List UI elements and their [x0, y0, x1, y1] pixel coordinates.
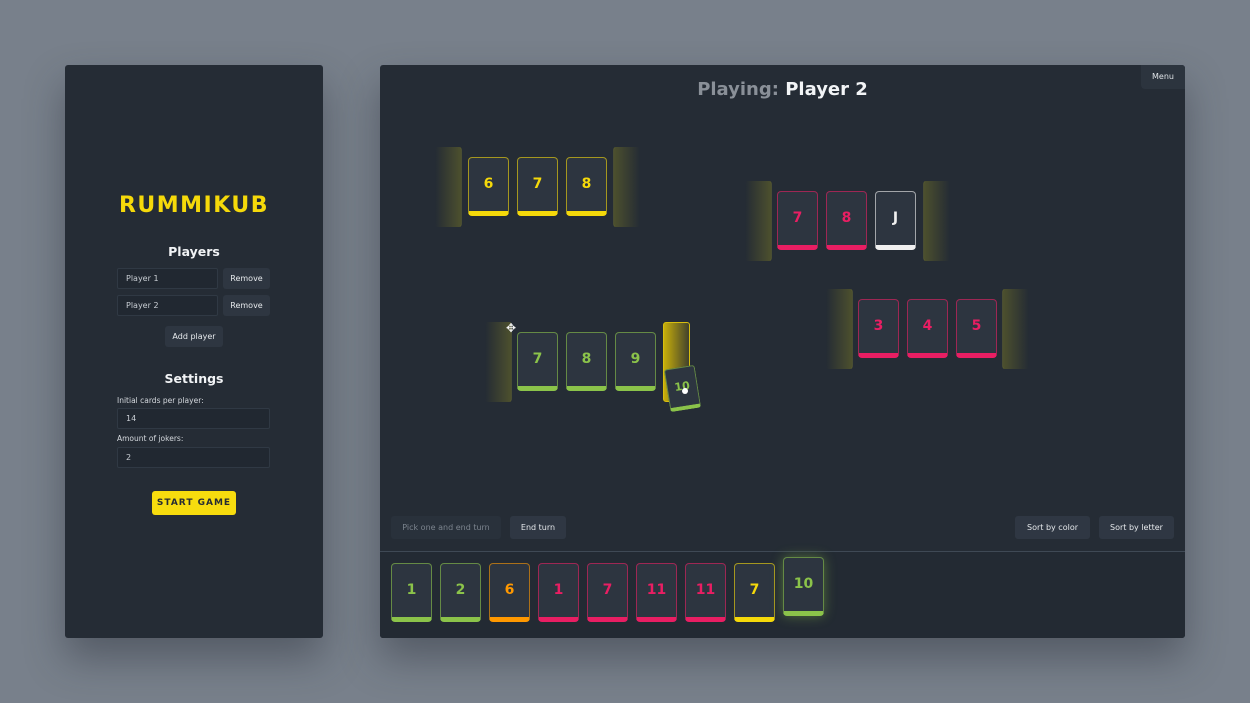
board-tile[interactable]: 6	[468, 157, 509, 216]
board-tile[interactable]: 8	[826, 191, 867, 250]
player-rack: 1 2 6 1 7 11 11 7 10	[380, 552, 1185, 638]
board-tile[interactable]: 5	[956, 299, 997, 358]
remove-player-2-button[interactable]: Remove	[223, 295, 270, 316]
board-group[interactable]: 3 4 5	[826, 289, 1029, 369]
player-1-name-input[interactable]: Player 1	[117, 268, 218, 289]
rack-tile[interactable]: 7	[734, 563, 775, 622]
rack-tile[interactable]: 6	[489, 563, 530, 622]
pointer-cursor-icon	[682, 388, 688, 394]
board-tile[interactable]: 8	[566, 332, 607, 391]
initial-cards-label: Initial cards per player:	[117, 396, 204, 405]
board-group[interactable]: 6 7 8	[435, 147, 640, 227]
group-drop-slot-left[interactable]	[745, 181, 772, 261]
board-tile[interactable]: 7	[517, 332, 558, 391]
end-turn-button[interactable]: End turn	[510, 516, 566, 539]
rack-tile[interactable]: 2	[440, 563, 481, 622]
start-game-button[interactable]: START GAME	[152, 491, 236, 515]
playing-label: Playing:	[697, 79, 779, 100]
move-cursor-icon: ✥	[506, 321, 517, 335]
board-group[interactable]: 7 8 J	[745, 181, 950, 261]
rack-tile[interactable]: 11	[685, 563, 726, 622]
board-tile[interactable]: 7	[517, 157, 558, 216]
initial-cards-input[interactable]: 14	[117, 408, 270, 429]
joker-tile[interactable]: J	[875, 191, 916, 250]
jokers-label: Amount of jokers:	[117, 434, 184, 443]
game-panel: Playing: Player 2 Menu 6 7 8 7 8 J 7 8 9…	[380, 65, 1185, 638]
rack-tile[interactable]: 11	[636, 563, 677, 622]
board-tile[interactable]: 7	[777, 191, 818, 250]
current-player-heading: Playing: Player 2	[380, 79, 1185, 100]
board-tile[interactable]: 4	[907, 299, 948, 358]
sort-by-letter-button[interactable]: Sort by letter	[1099, 516, 1174, 539]
player-2-name-input[interactable]: Player 2	[117, 295, 218, 316]
current-player-name: Player 2	[785, 79, 868, 100]
rack-tile[interactable]: 1	[391, 563, 432, 622]
add-player-button[interactable]: Add player	[165, 326, 223, 347]
board-tile[interactable]: 3	[858, 299, 899, 358]
rack-tile[interactable]: 7	[587, 563, 628, 622]
board-tile[interactable]: 9	[615, 332, 656, 391]
rack-tile[interactable]: 1	[538, 563, 579, 622]
sort-by-color-button[interactable]: Sort by color	[1015, 516, 1090, 539]
group-drop-slot-left[interactable]	[435, 147, 462, 227]
game-logo: RUMMIKUB	[118, 193, 270, 218]
jokers-input[interactable]: 2	[117, 447, 270, 468]
rack-tile-selected[interactable]: 10	[783, 557, 824, 616]
group-drop-slot-right[interactable]	[613, 147, 640, 227]
setup-panel: RUMMIKUB Players Player 1 Remove Player …	[65, 65, 323, 638]
settings-title: Settings	[164, 371, 224, 386]
group-drop-slot-right[interactable]	[1002, 289, 1029, 369]
group-drop-slot-right[interactable]	[923, 181, 950, 261]
group-drop-slot-left[interactable]	[826, 289, 853, 369]
board-tile[interactable]: 8	[566, 157, 607, 216]
pick-and-end-turn-button[interactable]: Pick one and end turn	[391, 516, 501, 539]
menu-button[interactable]: Menu	[1141, 65, 1185, 89]
remove-player-1-button[interactable]: Remove	[223, 268, 270, 289]
players-title: Players	[168, 244, 220, 259]
